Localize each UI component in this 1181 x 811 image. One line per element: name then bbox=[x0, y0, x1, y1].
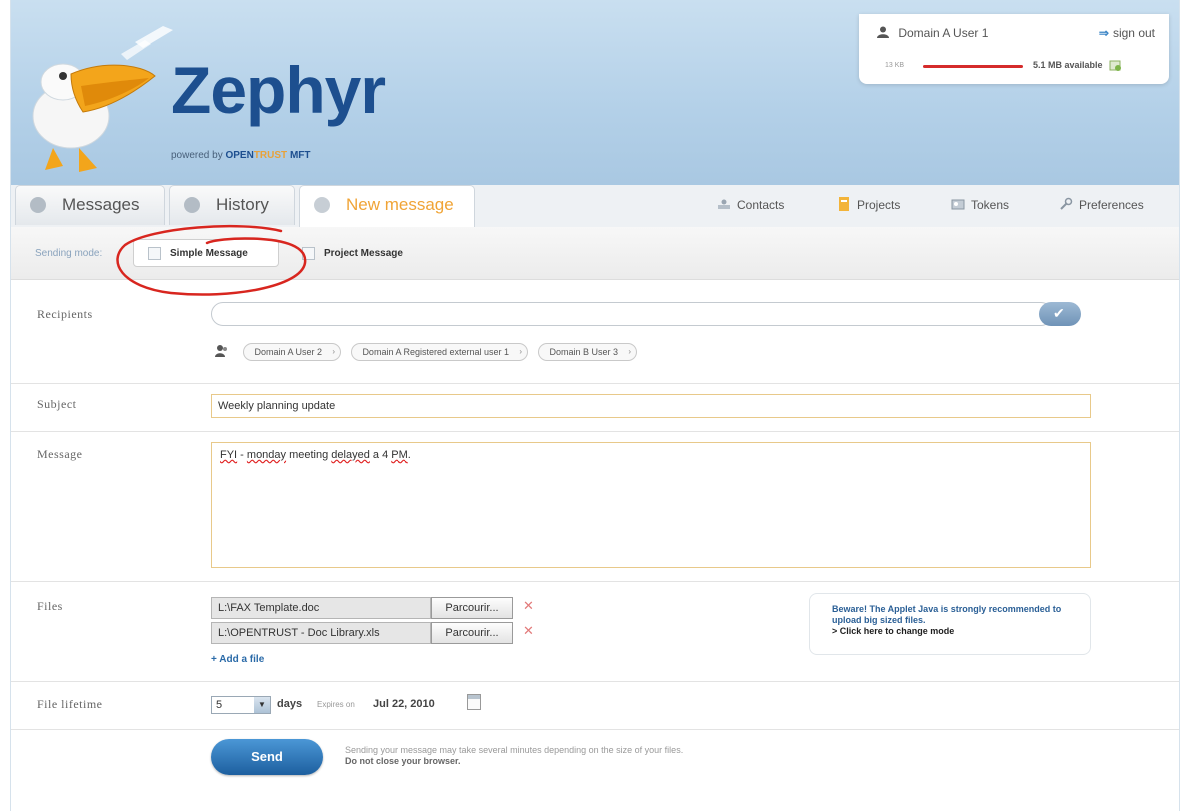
confirm-recipients-button[interactable] bbox=[1039, 302, 1081, 326]
address-book-icon[interactable] bbox=[215, 344, 229, 358]
remove-file-icon[interactable]: ✕ bbox=[523, 623, 534, 639]
files-label: Files bbox=[37, 599, 63, 613]
user-box: Domain A User 1 ⇒ sign out 13 KB 5.1 MB a… bbox=[859, 14, 1169, 84]
quota-bar bbox=[923, 65, 1023, 68]
tokens-icon bbox=[951, 199, 965, 210]
subject-input[interactable]: Weekly planning update bbox=[211, 394, 1091, 418]
browse-button[interactable]: Parcourir... bbox=[431, 622, 513, 644]
preferences-link[interactable]: Preferences bbox=[1059, 185, 1144, 225]
recipient-chips: Domain A User 2 › Domain A Registered ext… bbox=[215, 342, 643, 361]
message-label: Message bbox=[37, 447, 83, 461]
applet-notice: Beware! The Applet Java is strongly reco… bbox=[809, 593, 1091, 655]
calendar-icon[interactable] bbox=[467, 694, 481, 710]
app-title: Zephyr bbox=[171, 53, 386, 127]
tab-new-message[interactable]: New message bbox=[299, 185, 475, 227]
contacts-icon bbox=[718, 199, 730, 209]
powered-by: powered by OPENTRUST MFT bbox=[171, 150, 311, 161]
tab-messages[interactable]: Messages bbox=[15, 185, 165, 225]
expires-label: Expires on bbox=[317, 700, 355, 709]
recipients-row: Recipients bbox=[11, 279, 1179, 384]
signout-link[interactable]: ⇒ sign out bbox=[1099, 26, 1155, 40]
message-textarea[interactable]: FYI - monday meeting delayed a 4 PM. bbox=[211, 442, 1091, 568]
lifetime-label: File lifetime bbox=[37, 697, 103, 711]
expires-date: Jul 22, 2010 bbox=[373, 698, 435, 710]
remove-chip-icon[interactable]: › bbox=[332, 344, 335, 360]
recipient-chip[interactable]: Domain A Registered external user 1 › bbox=[351, 343, 529, 361]
wrench-icon bbox=[1060, 197, 1073, 210]
main-tabs: Messages History New message Contacts Pr… bbox=[11, 185, 1179, 228]
recipient-chip[interactable]: Domain A User 2 › bbox=[243, 343, 341, 361]
history-icon bbox=[184, 197, 200, 213]
user-icon bbox=[877, 26, 889, 38]
recipient-chip[interactable]: Domain B User 3 › bbox=[538, 343, 638, 361]
quota-used: 13 KB bbox=[885, 62, 905, 69]
projects-link[interactable]: Projects bbox=[837, 185, 900, 225]
chevron-down-icon: ▼ bbox=[254, 697, 270, 713]
recipients-input[interactable] bbox=[211, 302, 1053, 326]
file-path-input[interactable]: L:\FAX Template.doc bbox=[211, 597, 431, 619]
remove-chip-icon[interactable]: › bbox=[519, 344, 522, 360]
signout-arrow-icon: ⇒ bbox=[1098, 26, 1109, 40]
plus-circle-icon bbox=[314, 197, 330, 213]
lifetime-row: File lifetime bbox=[11, 681, 1179, 730]
storage-icon bbox=[1109, 60, 1122, 71]
tab-history[interactable]: History bbox=[169, 185, 295, 225]
contacts-link[interactable]: Contacts bbox=[717, 185, 784, 225]
send-note: Sending your message may take several mi… bbox=[345, 745, 684, 766]
browse-button[interactable]: Parcourir... bbox=[431, 597, 513, 619]
sending-mode-label: Sending mode: bbox=[35, 248, 103, 259]
days-label: days bbox=[277, 698, 303, 710]
messages-icon bbox=[30, 197, 46, 213]
change-mode-link[interactable]: > Click here to change mode bbox=[832, 626, 1076, 637]
header: Zephyr powered by OPENTRUST MFT Domain A… bbox=[11, 0, 1179, 185]
remove-chip-icon[interactable]: › bbox=[628, 344, 631, 360]
projects-icon bbox=[839, 197, 849, 211]
tokens-link[interactable]: Tokens bbox=[951, 185, 1009, 225]
lifetime-select[interactable]: 5 ▼ bbox=[211, 696, 271, 714]
send-button[interactable]: Send bbox=[211, 739, 323, 775]
user-name: Domain A User 1 bbox=[877, 26, 988, 40]
quota-available: 5.1 MB available bbox=[1033, 59, 1122, 71]
recipients-label: Recipients bbox=[37, 307, 93, 321]
add-file-link[interactable]: + Add a file bbox=[211, 654, 264, 665]
pelican-logo-icon bbox=[32, 26, 173, 172]
file-path-input[interactable]: L:\OPENTRUST - Doc Library.xls bbox=[211, 622, 431, 644]
subject-label: Subject bbox=[37, 397, 77, 411]
app-frame: Zephyr powered by OPENTRUST MFT Domain A… bbox=[10, 0, 1180, 811]
remove-file-icon[interactable]: ✕ bbox=[523, 598, 534, 614]
